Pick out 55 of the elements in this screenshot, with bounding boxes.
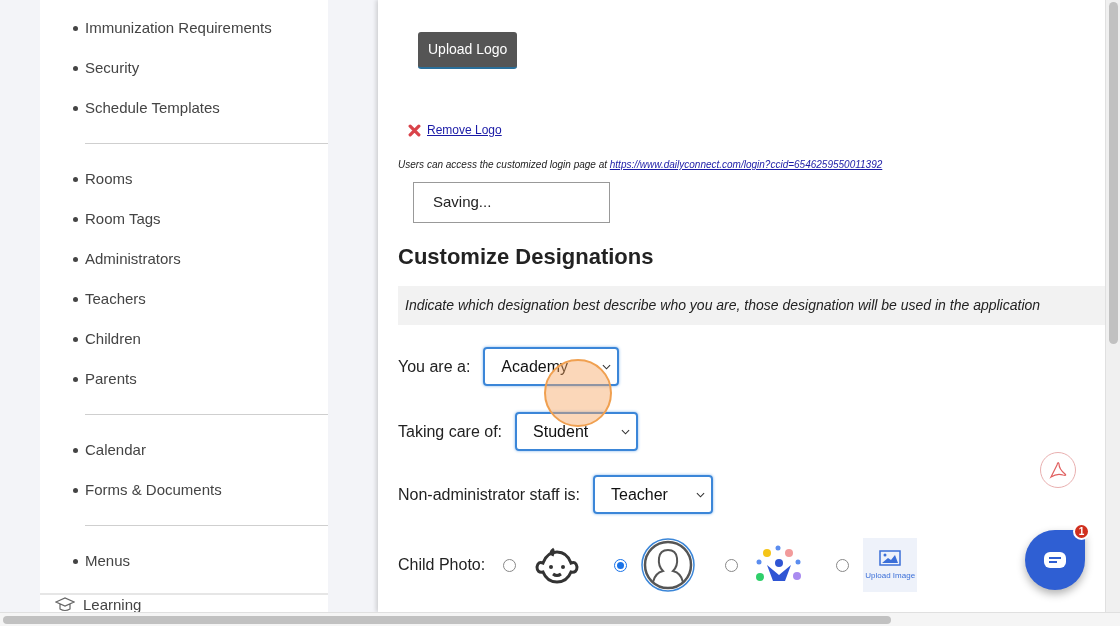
field-label: Taking care of: (398, 421, 503, 442)
bullet-icon (73, 216, 78, 222)
bullet-icon (73, 105, 78, 111)
sidebar-link[interactable]: Parents (85, 367, 137, 391)
section-heading: Customize Designations (398, 243, 655, 271)
bullet-icon (73, 447, 78, 453)
sidebar-link[interactable]: Immunization Requirements (85, 16, 272, 40)
image-icon (879, 550, 902, 566)
sidebar-link[interactable]: Calendar (85, 438, 146, 462)
pdf-button[interactable] (1040, 452, 1076, 488)
image-caption: Upload Image (865, 572, 916, 580)
sidebar-link[interactable]: Administrators (85, 247, 181, 271)
dropdown[interactable]: Teacher (593, 475, 713, 514)
dropdown[interactable]: Student (515, 412, 639, 451)
sidebar-section[interactable]: Learning (83, 593, 142, 617)
person-avatar-icon (641, 538, 696, 592)
field-label: Non-administrator staff is: (398, 484, 580, 505)
bullet-icon (73, 256, 78, 262)
sidebar-link[interactable]: Rooms (85, 167, 133, 191)
vertical-scrollbar[interactable] (1105, 0, 1120, 612)
chevron-down-icon (621, 428, 631, 435)
bullet-icon (73, 25, 78, 31)
bullet-icon (73, 336, 78, 342)
baby-face-icon (534, 545, 581, 585)
sidebar-link[interactable]: Room Tags (85, 207, 161, 231)
field-label: Child Photo: (398, 555, 486, 575)
chevron-down-icon (696, 491, 705, 498)
chat-icon (1044, 552, 1066, 568)
sidebar-link[interactable]: Forms & Documents (85, 478, 222, 502)
sidebar-link[interactable]: Schedule Templates (85, 96, 220, 120)
remove-logo-link[interactable]: Remove Logo (427, 121, 502, 139)
sidebar-link[interactable]: Security (85, 56, 140, 80)
bullet-icon (73, 296, 78, 302)
bullet-icon (73, 487, 78, 493)
field-label: You are a: (398, 356, 471, 377)
sidebar-link[interactable]: Teachers (85, 287, 146, 311)
horizontal-scrollbar[interactable] (0, 612, 1120, 626)
status-field: Saving... (413, 182, 610, 223)
login-url-link[interactable]: https://www.dailyconnect.com/login?ccid=6546259550011392 (609, 159, 883, 170)
login-note: Users can access the customized login page at https://www.dailyconnect.com/login?ccid=6546259550011392 (398, 158, 884, 172)
chevron-down-icon (602, 363, 612, 370)
sidebar-link[interactable]: Children (85, 327, 141, 351)
info-banner: Indicate which designation best describe who you are, those designation will be used in the application (398, 286, 1107, 325)
bullet-icon (73, 65, 78, 71)
graduation-cap-icon (55, 597, 75, 613)
scrollbar-thumb[interactable] (1109, 2, 1118, 344)
notification-badge: 1 (1073, 523, 1090, 540)
bullet-icon (73, 176, 78, 182)
bullet-icon (73, 558, 78, 564)
remove-icon (408, 123, 421, 137)
bullet-icon (73, 376, 78, 382)
scrollbar-thumb[interactable] (3, 616, 891, 624)
sidebar-link[interactable]: Menus (85, 549, 131, 573)
upload-image-tile[interactable]: Upload Image (863, 538, 918, 592)
upload-logo-button[interactable]: Upload Logo (418, 32, 518, 69)
